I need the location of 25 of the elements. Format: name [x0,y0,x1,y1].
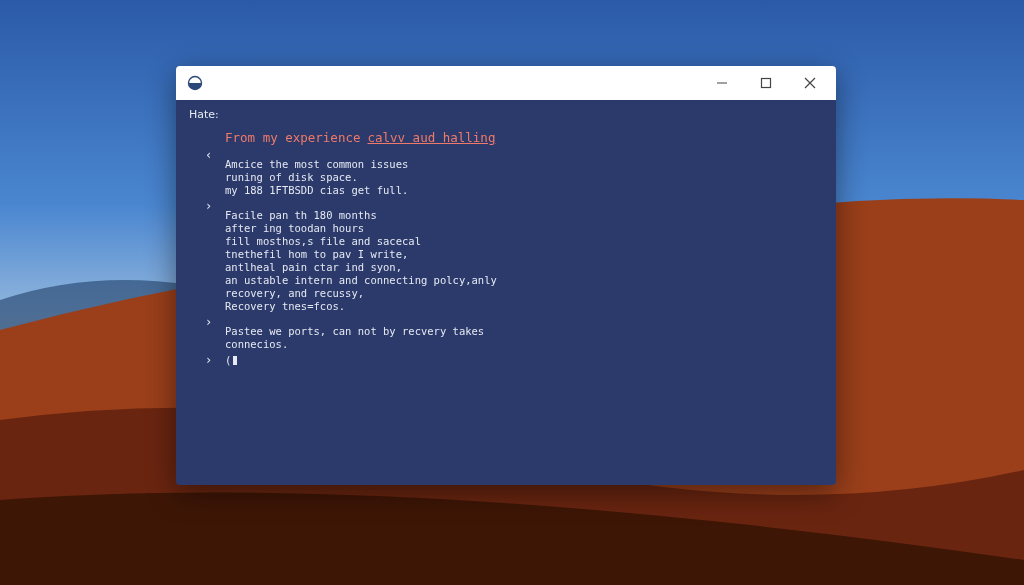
heading-link[interactable]: calvv aud halling [367,130,496,146]
input-text[interactable]: ( [225,354,232,367]
chevron-marker: ‹ [204,149,214,164]
output-line: Amcice the most common issues [225,158,410,171]
output-line: Pastee we ports, can not by recvery takes [225,325,486,338]
chevron-marker: › [204,200,214,215]
output-line: connecios. [225,338,290,351]
close-icon [804,77,816,89]
output-line: tnethefil hom to pav I write, [225,248,410,261]
prompt-label: Hate: [189,108,220,121]
prompt-chevron: › [204,354,214,367]
maximize-icon [760,77,772,89]
output-line: runing of disk space. [225,171,359,184]
output-line: Recovery tnes=fcos. [225,300,347,313]
output-line: fill mosthos,s file and sacecal [225,235,422,248]
chevron-marker: › [204,316,214,331]
output-line: antlheal pain ctar ind syon, [225,261,403,274]
output-line: Facile pan th 180 months [225,209,378,222]
output-line: recovery, and recussy, [225,287,366,300]
cursor-icon [233,356,238,365]
app-icon [187,75,203,91]
output-line: my 188 1FTBSDD cias get full. [225,184,410,197]
output-line: an ustable intern and connecting polcy,anly [225,274,498,287]
heading-text: From my experience [225,130,361,146]
output-line: after ing toodan hours [225,222,366,235]
